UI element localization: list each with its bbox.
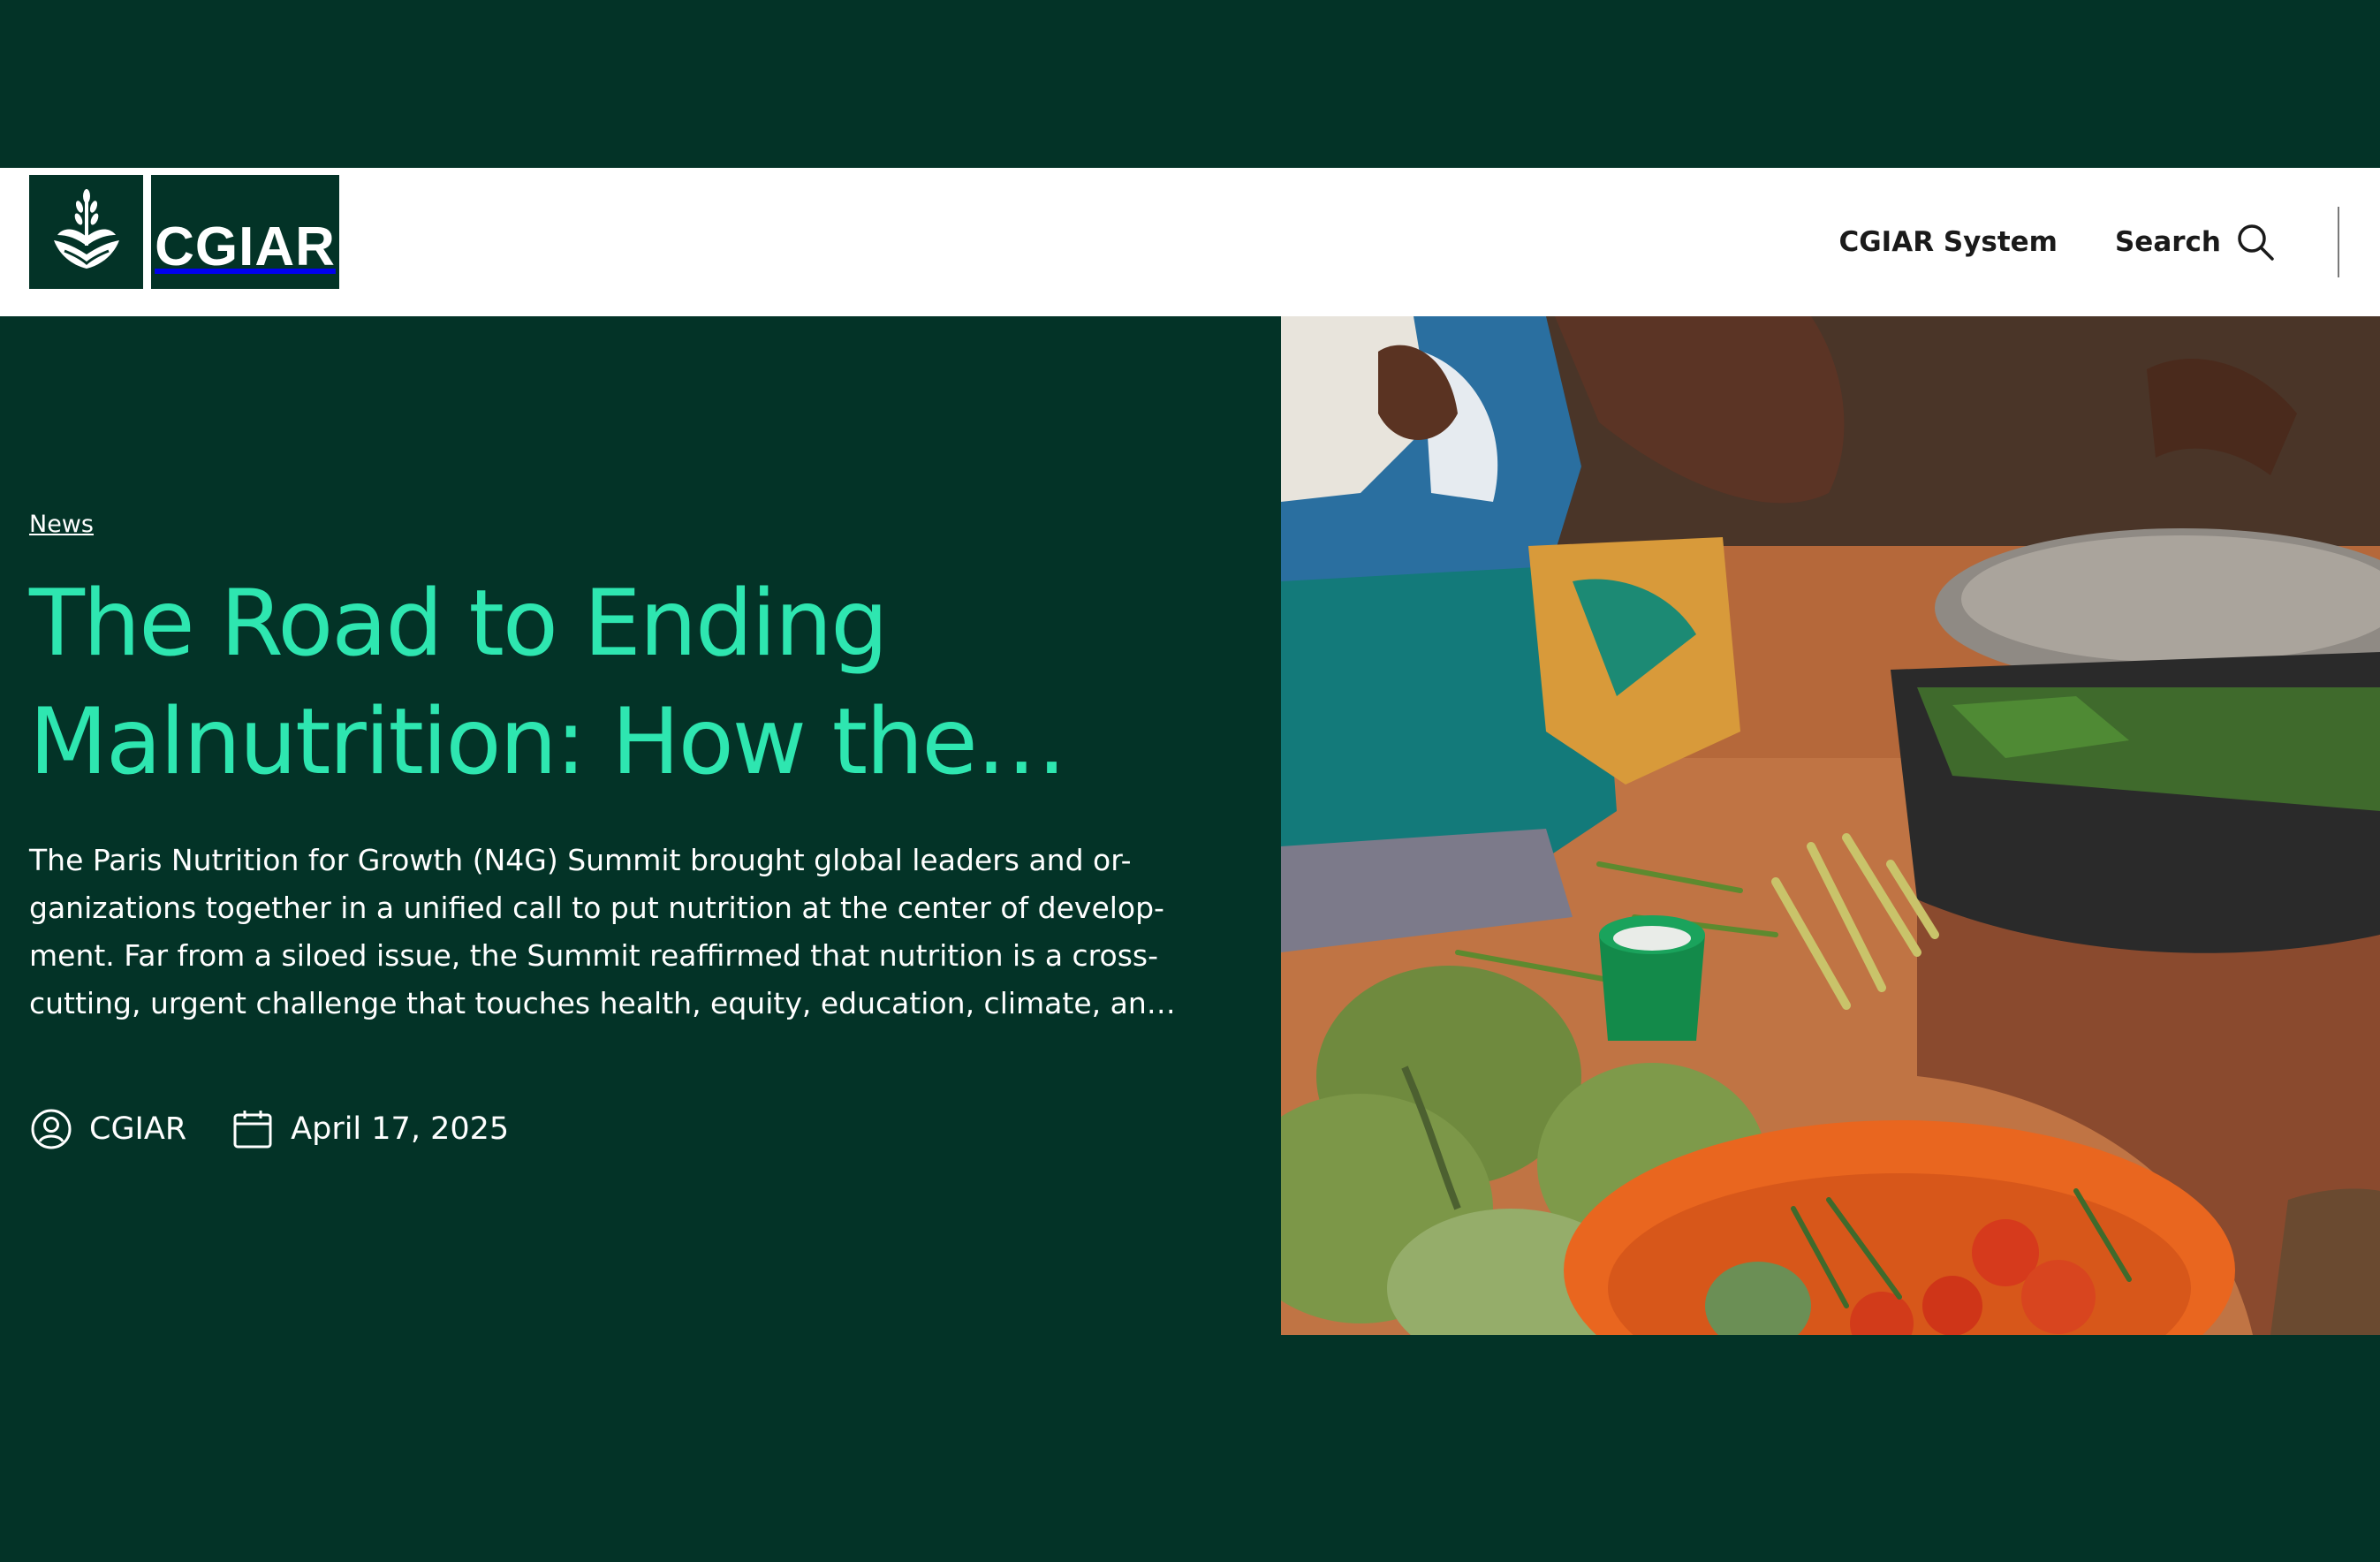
article-date: April 17, 2025 <box>231 1107 509 1151</box>
author-name: CGIAR <box>89 1111 187 1147</box>
header-nav: CGIAR System Search <box>1838 168 2380 316</box>
user-circle-icon <box>31 1109 72 1149</box>
article-excerpt: The Paris Nutrition for Growth (N4G) Sum… <box>29 843 1176 1020</box>
search-icon <box>2235 222 2276 262</box>
wheat-hands-icon <box>29 175 143 289</box>
article-headline[interactable]: The Road to Ending Malnutrition: How the… <box>29 565 1195 801</box>
article-category-tag[interactable]: News <box>29 511 1213 538</box>
article-meta: CGIAR April 17, 2025 <box>29 1107 1213 1151</box>
nav-divider <box>2338 207 2339 277</box>
search-button[interactable]: Search <box>2115 222 2276 262</box>
logo-wordmark: CGIAR <box>151 175 339 289</box>
search-label: Search <box>2114 226 2221 258</box>
hero-text-block: News The Road to Ending Malnutrition: Ho… <box>29 511 1213 1151</box>
featured-article-hero: News The Road to Ending Malnutrition: Ho… <box>0 316 2380 1562</box>
article-author: CGIAR <box>29 1107 186 1151</box>
publish-date: April 17, 2025 <box>291 1111 510 1147</box>
site-header: CGIAR CGIAR System Search <box>0 168 2380 316</box>
article-hero-photo[interactable] <box>1281 316 2380 1335</box>
top-banner-band <box>0 0 2380 168</box>
cgiar-logo-link[interactable]: CGIAR <box>29 175 339 289</box>
calendar-icon <box>233 1111 272 1149</box>
nav-link-cgiar-system[interactable]: CGIAR System <box>1838 226 2058 258</box>
